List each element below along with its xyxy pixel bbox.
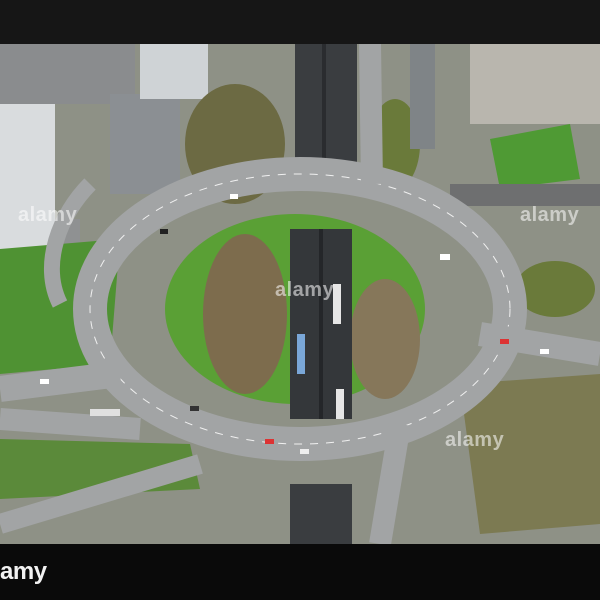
road-west [0,361,122,402]
car [540,349,549,354]
lorry [336,389,344,419]
island-trees-left [203,234,287,394]
terrace-roofs [450,184,600,206]
road-west-exit [0,408,141,440]
motorway-south [290,484,352,544]
car [160,229,168,234]
building-strip [410,44,435,149]
industrial-roof [140,44,208,99]
lorry-2 [333,284,341,324]
motorway-divider [319,229,323,419]
bus [297,334,305,374]
bottom-letterbox-bar [0,544,600,600]
industrial-building [110,94,180,194]
top-letterbox-bar [0,0,600,44]
car [230,194,238,199]
aerial-photo-drawing [0,44,600,544]
car [300,449,309,454]
car [440,254,450,260]
warehouse-left [0,104,55,254]
yard-top-right [470,44,600,124]
car [40,379,49,384]
lorry-west [90,409,120,416]
island-trees-right [350,279,420,399]
road-north [359,44,383,185]
car [190,406,199,411]
aerial-roundabout-photo: alamy alamy alamy alamy [0,44,600,544]
car [265,439,274,444]
car [500,339,509,344]
brand-logo-text: amy [0,558,47,585]
trees-right [515,261,595,317]
